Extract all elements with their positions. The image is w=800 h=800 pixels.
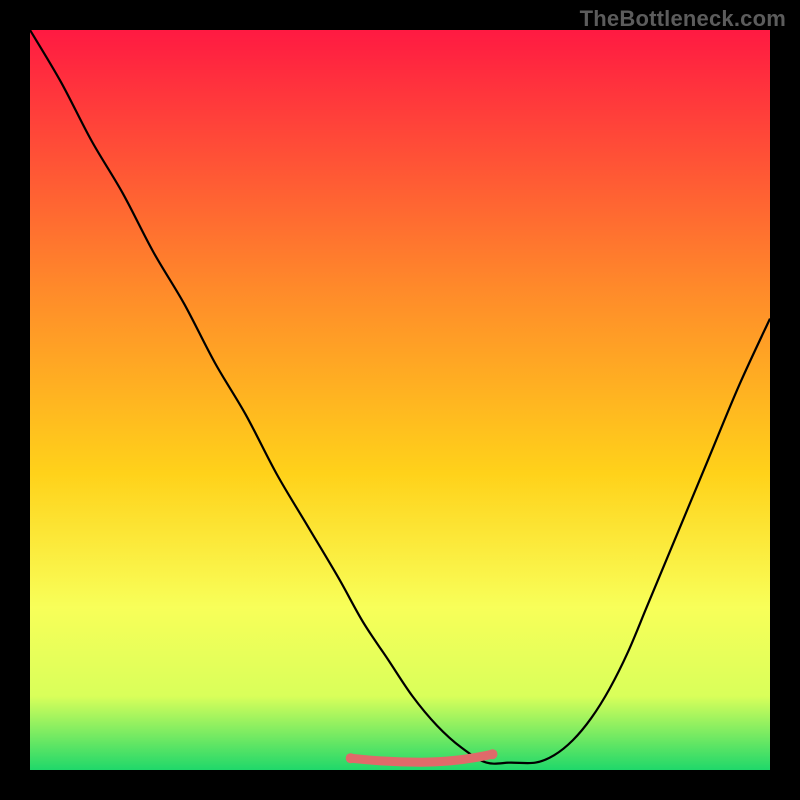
optimal-band-dot-right xyxy=(488,749,498,759)
bottleneck-chart xyxy=(0,0,800,800)
chart-frame: { "watermark": "TheBottleneck.com", "col… xyxy=(0,0,800,800)
watermark-text: TheBottleneck.com xyxy=(580,6,786,32)
optimal-band-dot-left xyxy=(346,753,356,763)
plot-area xyxy=(30,30,770,770)
